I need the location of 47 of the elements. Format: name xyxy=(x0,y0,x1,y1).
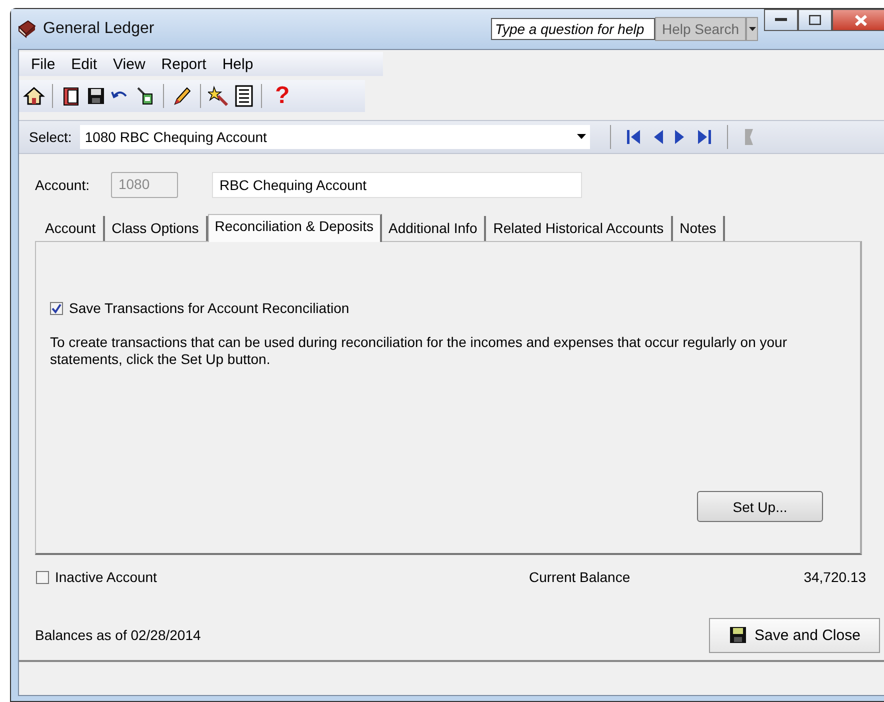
ledger-book-icon xyxy=(17,19,37,39)
pencil-icon[interactable] xyxy=(171,85,193,107)
save-icon xyxy=(728,626,747,644)
tab[interactable]: Reconciliation & Deposits xyxy=(208,214,382,242)
home-icon[interactable] xyxy=(23,85,45,107)
previous-record-icon[interactable] xyxy=(652,129,663,145)
account-label: Account: xyxy=(35,177,90,193)
caret-icon xyxy=(576,134,586,140)
help-question-field[interactable]: Type a question for help xyxy=(490,18,655,40)
set-up-button[interactable]: Set Up... xyxy=(697,491,823,522)
help-search-button[interactable]: Help Search xyxy=(654,17,746,41)
help-icon[interactable]: ? xyxy=(275,84,290,108)
select-label: Select: xyxy=(29,129,72,145)
close-icon xyxy=(855,14,867,26)
caret-icon xyxy=(748,26,756,32)
dropdown-button[interactable] xyxy=(746,17,758,41)
account-select-dropdown[interactable]: 1080 RBC Chequing Account xyxy=(80,125,590,149)
checkbox[interactable] xyxy=(36,570,49,584)
balance-label: Current Balance xyxy=(528,569,630,585)
maximize-icon xyxy=(809,15,821,25)
save-and-close-button[interactable]: Save and Close xyxy=(709,618,880,652)
menu-item[interactable]: View xyxy=(105,56,154,72)
account-name-field[interactable]: RBC Chequing Account xyxy=(212,172,582,198)
close-button[interactable] xyxy=(832,9,884,31)
balances-date-text: Balances as of 02/28/2014 xyxy=(35,627,201,643)
first-record-icon[interactable] xyxy=(626,129,641,145)
checkbox-label: Inactive Account xyxy=(55,569,157,585)
menu-item[interactable]: File xyxy=(23,56,64,72)
tab[interactable]: Notes xyxy=(672,216,726,241)
tab[interactable]: Additional Info xyxy=(382,216,486,241)
minimize-icon xyxy=(775,18,787,22)
magic-wand-icon[interactable] xyxy=(208,85,230,107)
balance-value: 34,720.13 xyxy=(804,569,866,585)
next-record-icon[interactable] xyxy=(674,129,685,145)
description-text: To create transactions that can be used during reconciliation for the incomes and expenses that occur regularly on your statements, click the Set Up button. xyxy=(50,334,788,368)
checkbox[interactable] xyxy=(50,302,63,314)
tab[interactable]: Class Options xyxy=(104,216,208,241)
menu-item[interactable]: Help xyxy=(214,56,262,72)
minimize-button[interactable] xyxy=(764,9,798,31)
menu-item[interactable]: Edit xyxy=(63,56,106,72)
save-icon[interactable] xyxy=(86,86,106,106)
last-record-icon[interactable] xyxy=(696,129,711,145)
maximize-button[interactable] xyxy=(798,9,832,31)
menu-item[interactable]: Report xyxy=(153,56,214,72)
window-title: General Ledger xyxy=(43,20,154,38)
page-flag-icon xyxy=(744,128,754,146)
checkbox-label: Save Transactions for Account Reconciliation xyxy=(69,300,350,316)
